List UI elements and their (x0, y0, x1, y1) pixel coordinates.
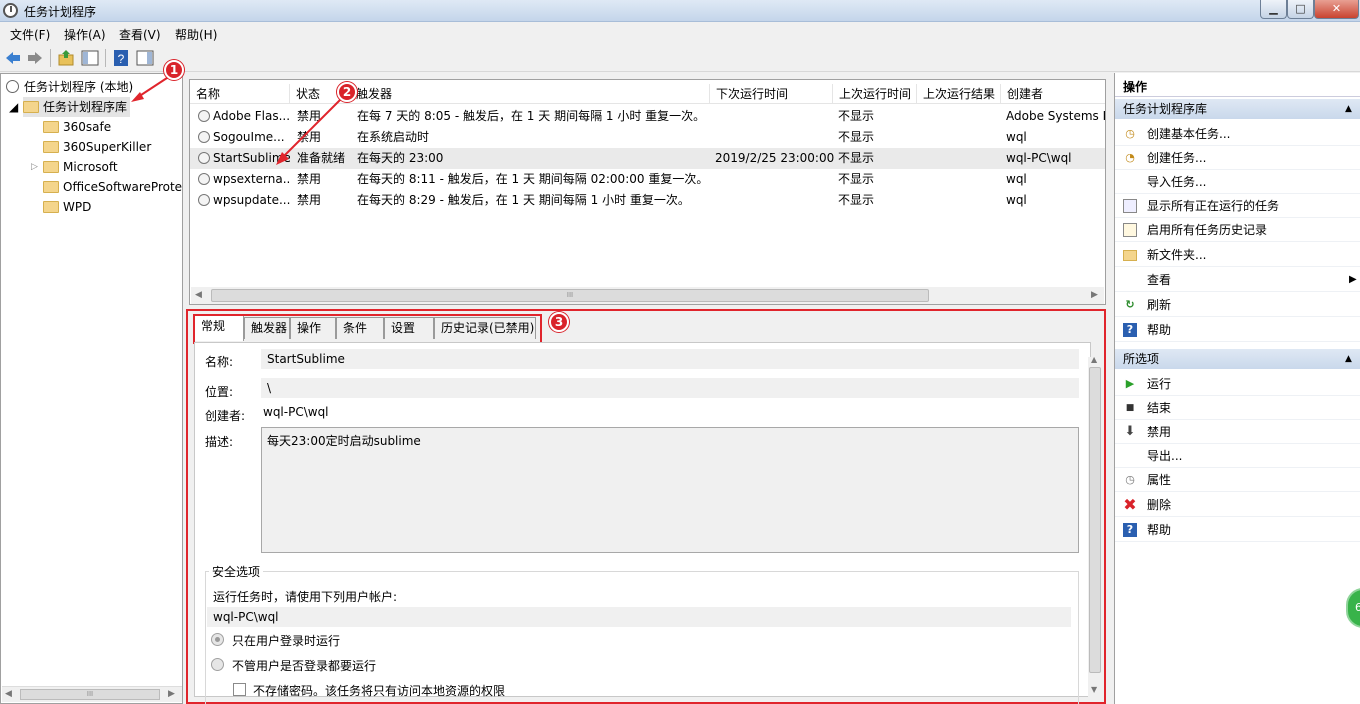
annotation-arrows (131, 75, 341, 165)
callout-2: 2 (337, 82, 357, 102)
callout-1: 1 (164, 60, 184, 80)
callout-3: 3 (549, 312, 569, 332)
